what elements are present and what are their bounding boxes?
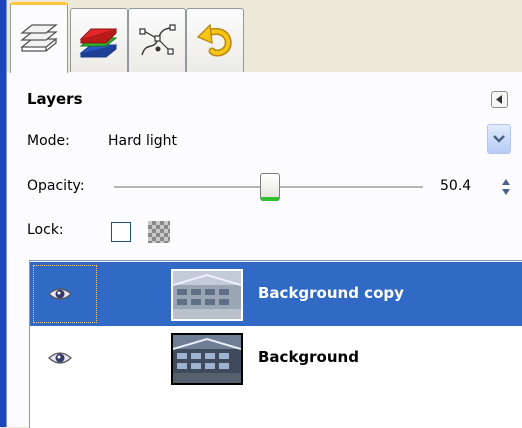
tab-undo-history[interactable]	[186, 8, 244, 72]
eye-visibility-icon[interactable]	[47, 284, 73, 304]
opacity-spinner[interactable]	[500, 176, 512, 198]
opacity-value-field[interactable]: 50.4	[440, 178, 471, 194]
lock-pixels-checkbox[interactable]	[111, 222, 131, 242]
opacity-slider-thumb[interactable]	[260, 173, 280, 201]
mode-select-value[interactable]: Hard light	[108, 133, 177, 149]
layers-panel: Layers Mode: Hard light Opacity: 50.4 Lo…	[7, 72, 522, 428]
layer-name[interactable]: Background	[258, 348, 359, 366]
undo-history-icon	[196, 23, 232, 57]
mode-dropdown-button[interactable]	[487, 124, 511, 154]
lock-label: Lock:	[27, 222, 64, 238]
layer-name[interactable]: Background copy	[258, 284, 404, 302]
tab-layers[interactable]	[10, 2, 68, 73]
tab-paths[interactable]	[128, 8, 186, 72]
layer-list: Background copy Background	[29, 260, 522, 428]
building-thumbnail-image	[173, 335, 241, 383]
triangle-left-icon	[496, 95, 502, 104]
layers-stack-icon	[20, 24, 58, 52]
panel-menu-button[interactable]	[491, 91, 508, 108]
opacity-label: Opacity:	[27, 178, 85, 194]
building-thumbnail-image	[173, 271, 241, 319]
dock-tab-strip	[7, 0, 522, 73]
layer-row-background-copy[interactable]: Background copy	[30, 262, 522, 326]
mode-label: Mode:	[27, 133, 70, 149]
tab-channels[interactable]	[70, 8, 128, 72]
channels-icon	[79, 28, 118, 58]
layer-thumbnail	[171, 333, 243, 385]
paths-icon	[139, 24, 176, 56]
window-left-border	[0, 0, 7, 427]
layer-thumbnail	[171, 269, 243, 321]
spin-down-icon[interactable]	[502, 189, 510, 195]
chevron-down-icon	[493, 135, 505, 143]
panel-title: Layers	[27, 90, 83, 108]
spin-up-icon[interactable]	[502, 179, 510, 185]
layer-row-background[interactable]: Background	[30, 326, 522, 390]
lock-alpha-checkbox[interactable]	[148, 221, 170, 243]
eye-visibility-icon[interactable]	[47, 348, 73, 368]
